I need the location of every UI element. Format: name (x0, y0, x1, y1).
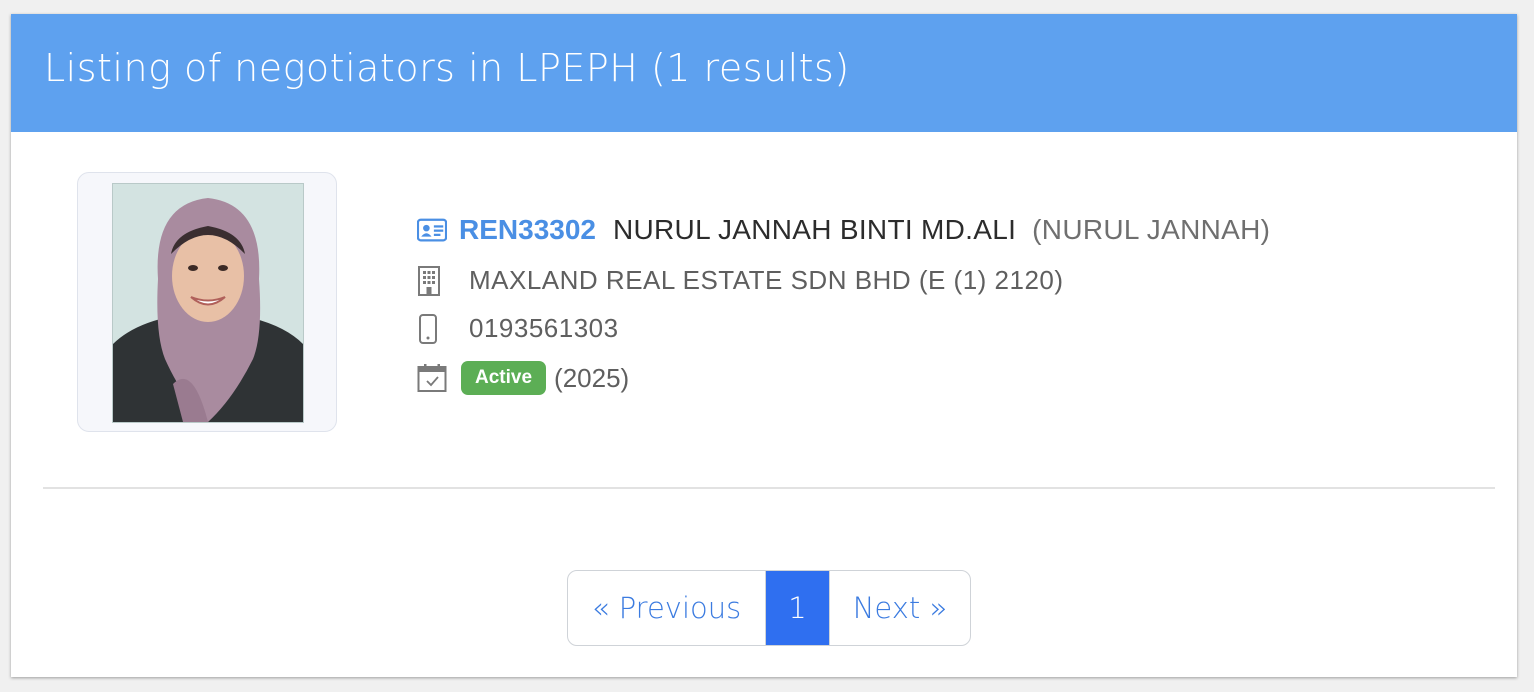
status-row: Active (2025) (417, 361, 629, 395)
license-year: (2025) (554, 362, 630, 393)
ren-row: REN33302 NURUL JANNAH BINTI MD.ALI (NURU… (417, 214, 1270, 246)
agency-name: MAXLAND REAL ESTATE SDN BHD (E (1) 2120) (469, 265, 1064, 295)
ren-number-link[interactable]: REN33302 (459, 214, 596, 246)
phone-row: 0193561303 (417, 313, 619, 344)
card-header: Listing of negotiators in LPEPH (1 resul… (11, 14, 1517, 132)
next-page-button[interactable]: Next » (829, 571, 970, 645)
previous-page-button[interactable]: « Previous (568, 571, 766, 645)
negotiator-alias: (NURUL JANNAH) (1032, 214, 1271, 245)
mobile-phone-icon (417, 313, 447, 344)
page-title: Listing of negotiators in LPEPH (1 resul… (44, 46, 850, 90)
building-icon (417, 265, 447, 296)
negotiator-listing-card: Listing of negotiators in LPEPH (1 resul… (11, 14, 1517, 677)
agency-row: MAXLAND REAL ESTATE SDN BHD (E (1) 2120) (417, 265, 1064, 296)
status-badge: Active (461, 361, 547, 395)
divider (43, 487, 1495, 489)
pagination: « Previous 1 Next » (567, 570, 971, 646)
id-card-icon (417, 215, 447, 245)
page-1-button[interactable]: 1 (766, 571, 829, 645)
negotiator-name: NURUL JANNAH BINTI MD.ALI (612, 214, 1017, 245)
negotiator-photo (112, 183, 304, 423)
photo-frame (77, 172, 337, 432)
phone-number: 0193561303 (469, 313, 619, 343)
calendar-check-icon (417, 363, 447, 393)
